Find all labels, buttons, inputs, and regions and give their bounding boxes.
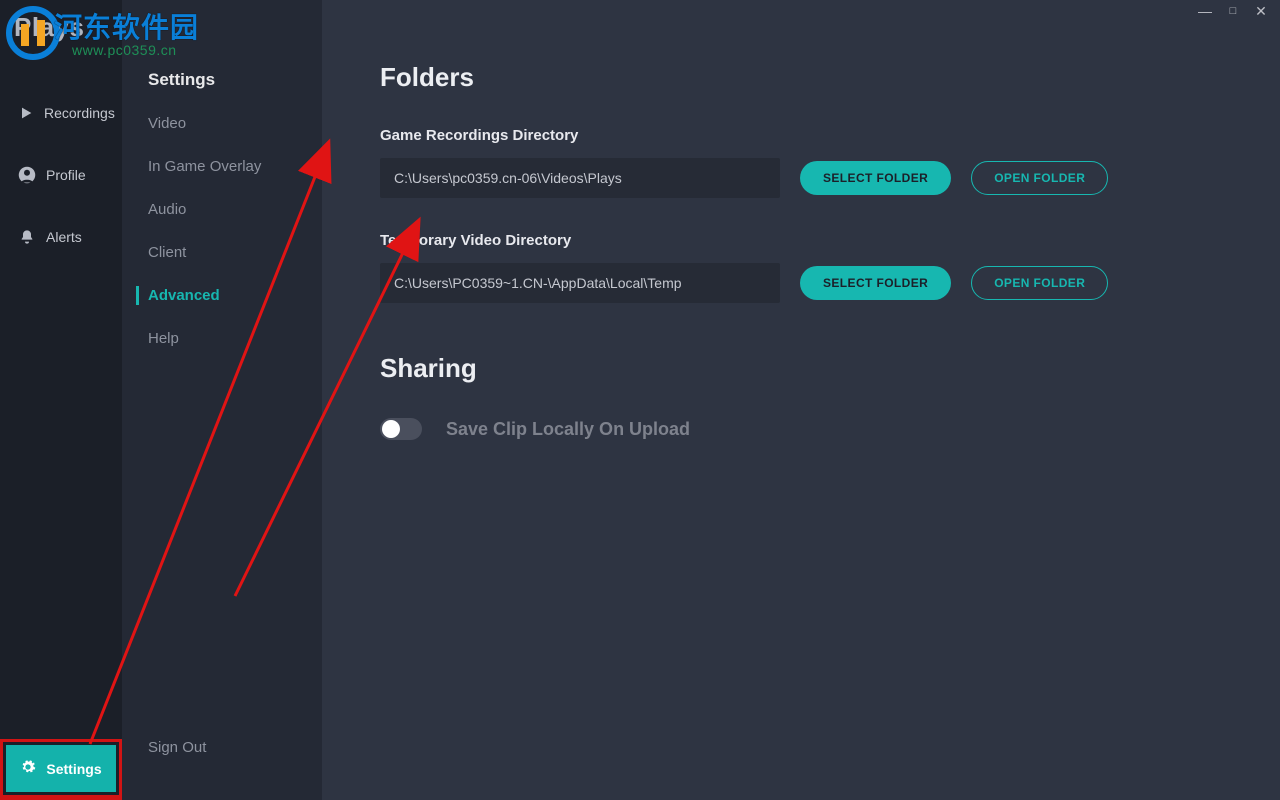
settings-tab-audio[interactable]: Audio (122, 188, 322, 231)
settings-content: Folders Game Recordings Directory C:\Use… (322, 0, 1280, 800)
settings-tab-video[interactable]: Video (122, 102, 322, 145)
nav-recordings-label: Recordings (44, 105, 115, 121)
game-dir-path[interactable]: C:\Users\pc0359.cn-06\Videos\Plays (380, 158, 780, 198)
save-clip-toggle[interactable] (380, 418, 422, 440)
play-icon (18, 104, 34, 122)
nav-profile[interactable]: Profile (0, 154, 122, 196)
sign-out-button[interactable]: Sign Out (122, 725, 322, 770)
game-dir-label: Game Recordings Directory (380, 127, 1222, 144)
settings-tab-advanced[interactable]: Advanced (122, 274, 322, 317)
gear-icon (20, 759, 36, 778)
nav-settings-label: Settings (46, 761, 101, 777)
window-maximize-button[interactable]: □ (1224, 5, 1242, 17)
bell-icon (18, 228, 36, 246)
settings-heading: Settings (122, 70, 322, 102)
nav-recordings[interactable]: Recordings (0, 92, 122, 134)
temp-dir-path[interactable]: C:\Users\PC0359~1.CN-\AppData\Local\Temp (380, 263, 780, 303)
nav-settings[interactable]: Settings (6, 745, 116, 792)
profile-icon (18, 166, 36, 184)
primary-nav: Plays Recordings Profile Alerts Settings (0, 0, 122, 800)
settings-tab-overlay[interactable]: In Game Overlay (122, 145, 322, 188)
nav-alerts[interactable]: Alerts (0, 216, 122, 258)
select-folder-button[interactable]: SELECT FOLDER (800, 161, 951, 195)
temp-video-directory-block: Temporary Video Directory C:\Users\PC035… (380, 232, 1222, 303)
temp-dir-label: Temporary Video Directory (380, 232, 1222, 249)
save-clip-label: Save Clip Locally On Upload (446, 419, 690, 440)
sharing-heading: Sharing (380, 353, 1222, 384)
open-folder-button[interactable]: OPEN FOLDER (971, 161, 1108, 195)
settings-tab-client[interactable]: Client (122, 231, 322, 274)
settings-sidebar: Settings Video In Game Overlay Audio Cli… (122, 0, 322, 800)
open-folder-button-2[interactable]: OPEN FOLDER (971, 266, 1108, 300)
nav-alerts-label: Alerts (46, 229, 82, 245)
select-folder-button-2[interactable]: SELECT FOLDER (800, 266, 951, 300)
watermark-site-name: 河东软件园 (54, 6, 199, 46)
nav-profile-label: Profile (46, 167, 86, 183)
window-close-button[interactable]: ✕ (1252, 3, 1270, 20)
window-controls: — □ ✕ (1196, 0, 1280, 22)
watermark-logo (6, 6, 60, 60)
game-recordings-directory-block: Game Recordings Directory C:\Users\pc035… (380, 127, 1222, 198)
window-minimize-button[interactable]: — (1196, 3, 1214, 19)
annotation-highlight-settings: Settings (0, 739, 122, 800)
folders-heading: Folders (380, 62, 1222, 93)
watermark-site-url: www.pc0359.cn (72, 42, 177, 58)
settings-tab-help[interactable]: Help (122, 317, 322, 360)
